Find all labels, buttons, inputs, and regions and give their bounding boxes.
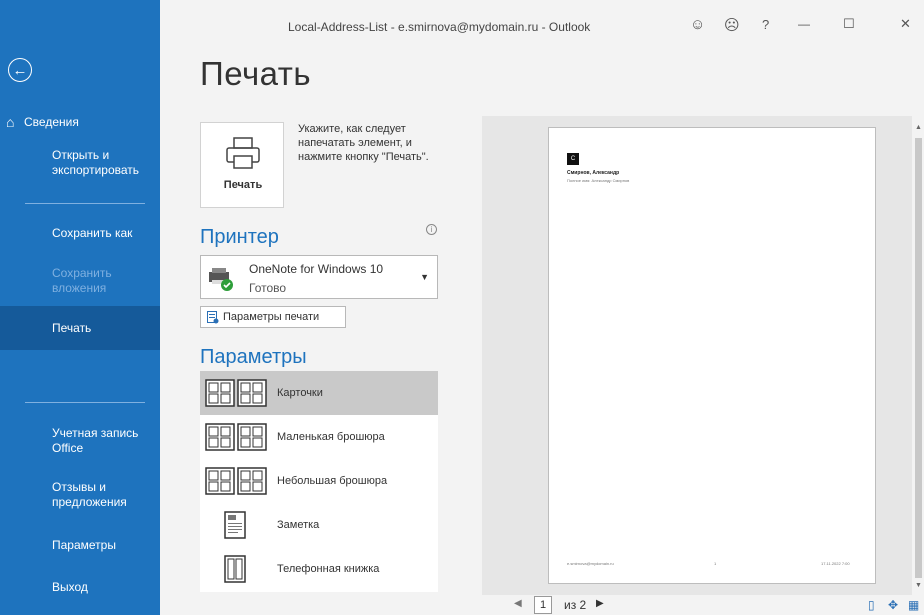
style-item-small-booklet[interactable]: Маленькая брошюра — [200, 415, 438, 459]
title-bar: Local-Address-List - e.smirnova@mydomain… — [160, 0, 924, 42]
printer-name: OneNote for Windows 10 — [249, 262, 384, 276]
sidebar-item-save-as[interactable]: Сохранить как — [0, 226, 160, 242]
print-description: Укажите, как следует напечатать элемент,… — [298, 123, 429, 163]
phone-directory-icon — [224, 555, 246, 583]
style-item-medium-booklet[interactable]: Небольшая брошюра — [200, 459, 438, 503]
sidebar-item-office-account[interactable]: Учетная запись Office — [0, 426, 160, 460]
smiley-icon[interactable]: ☺ — [690, 16, 705, 33]
printer-heading: Принтер — [200, 226, 279, 248]
style-item-cards[interactable]: Карточки — [200, 371, 438, 415]
close-icon[interactable]: ✕ — [900, 16, 911, 32]
style-item-memo[interactable]: Заметка — [200, 503, 438, 547]
actual-size-icon[interactable]: ▯ — [868, 598, 875, 612]
sidebar-item-info[interactable]: ⌂ Сведения — [0, 115, 160, 131]
preview-footer-page: 1 — [714, 561, 717, 566]
print-style-list: Карточки Маленькая брошюра Небольшая бро… — [200, 371, 438, 592]
sidebar-item-feedback[interactable]: Отзывы и предложения — [0, 480, 160, 514]
printer-ready-icon — [209, 268, 233, 291]
frown-icon[interactable]: ☹ — [724, 16, 740, 34]
fit-page-icon[interactable]: ✥ — [888, 598, 898, 612]
preview-footer-right: 17.11.2022 7:00 — [821, 561, 850, 566]
help-icon[interactable]: ? — [762, 17, 769, 32]
info-icon[interactable]: i — [426, 224, 437, 235]
preview-scrollbar[interactable]: ▲ ▼ — [913, 116, 924, 595]
page-number-input[interactable]: 1 — [534, 596, 552, 614]
scroll-up-icon[interactable]: ▲ — [915, 124, 922, 131]
scroll-down-icon[interactable]: ▼ — [915, 582, 922, 589]
print-options-button[interactable]: Параметры печати — [200, 306, 346, 328]
style-item-phone-directory[interactable]: Телефонная книжка — [200, 547, 438, 591]
printer-dropdown[interactable]: OneNote for Windows 10 Готово ▼ — [200, 255, 438, 299]
chevron-down-icon: ▼ — [420, 272, 429, 282]
back-arrow-icon[interactable]: ← — [8, 58, 32, 82]
window-title: Local-Address-List - e.smirnova@mydomain… — [288, 20, 591, 34]
card-style-icon — [205, 379, 267, 407]
print-button[interactable]: Печать — [200, 122, 284, 208]
multiple-pages-icon[interactable]: ▦ — [908, 598, 919, 612]
sidebar-item-save-attachments: Сохранить вложения — [52, 266, 112, 295]
preview-contact-name: Смирнов, Александр — [567, 170, 620, 176]
small-booklet-icon — [205, 423, 267, 451]
prev-page-icon[interactable]: ◀ — [514, 598, 522, 609]
sidebar-divider — [25, 402, 145, 403]
memo-style-icon — [224, 511, 246, 539]
printer-icon — [226, 137, 260, 169]
sidebar-item-options[interactable]: Параметры — [0, 538, 160, 554]
next-page-icon[interactable]: ▶ — [596, 598, 604, 609]
medium-booklet-icon — [205, 467, 267, 495]
minimize-icon[interactable]: — — [798, 17, 810, 31]
index-letter: С — [567, 153, 579, 165]
sidebar-item-open-export[interactable]: Открыть и экспортировать — [0, 148, 160, 182]
preview-contact-line: Полное имя: Александр Смирнов — [567, 178, 630, 183]
page-title: Печать — [200, 55, 312, 92]
home-icon: ⌂ — [6, 114, 15, 130]
sidebar-item-print[interactable]: Печать — [0, 306, 160, 350]
printer-status: Готово — [249, 281, 287, 295]
scroll-thumb[interactable] — [915, 138, 922, 578]
preview-footer-left: e.smirnova@mydomain.ru — [567, 561, 614, 566]
backstage-sidebar: ← ⌂ Сведения Открыть и экспортировать Со… — [0, 0, 160, 615]
sidebar-divider — [25, 203, 145, 204]
maximize-icon[interactable]: ☐ — [843, 16, 855, 32]
settings-heading: Параметры — [200, 346, 307, 368]
sidebar-item-exit[interactable]: Выход — [0, 580, 160, 596]
preview-page: С Смирнов, Александр Полное имя: Алексан… — [548, 127, 876, 584]
print-options-icon — [207, 311, 219, 324]
